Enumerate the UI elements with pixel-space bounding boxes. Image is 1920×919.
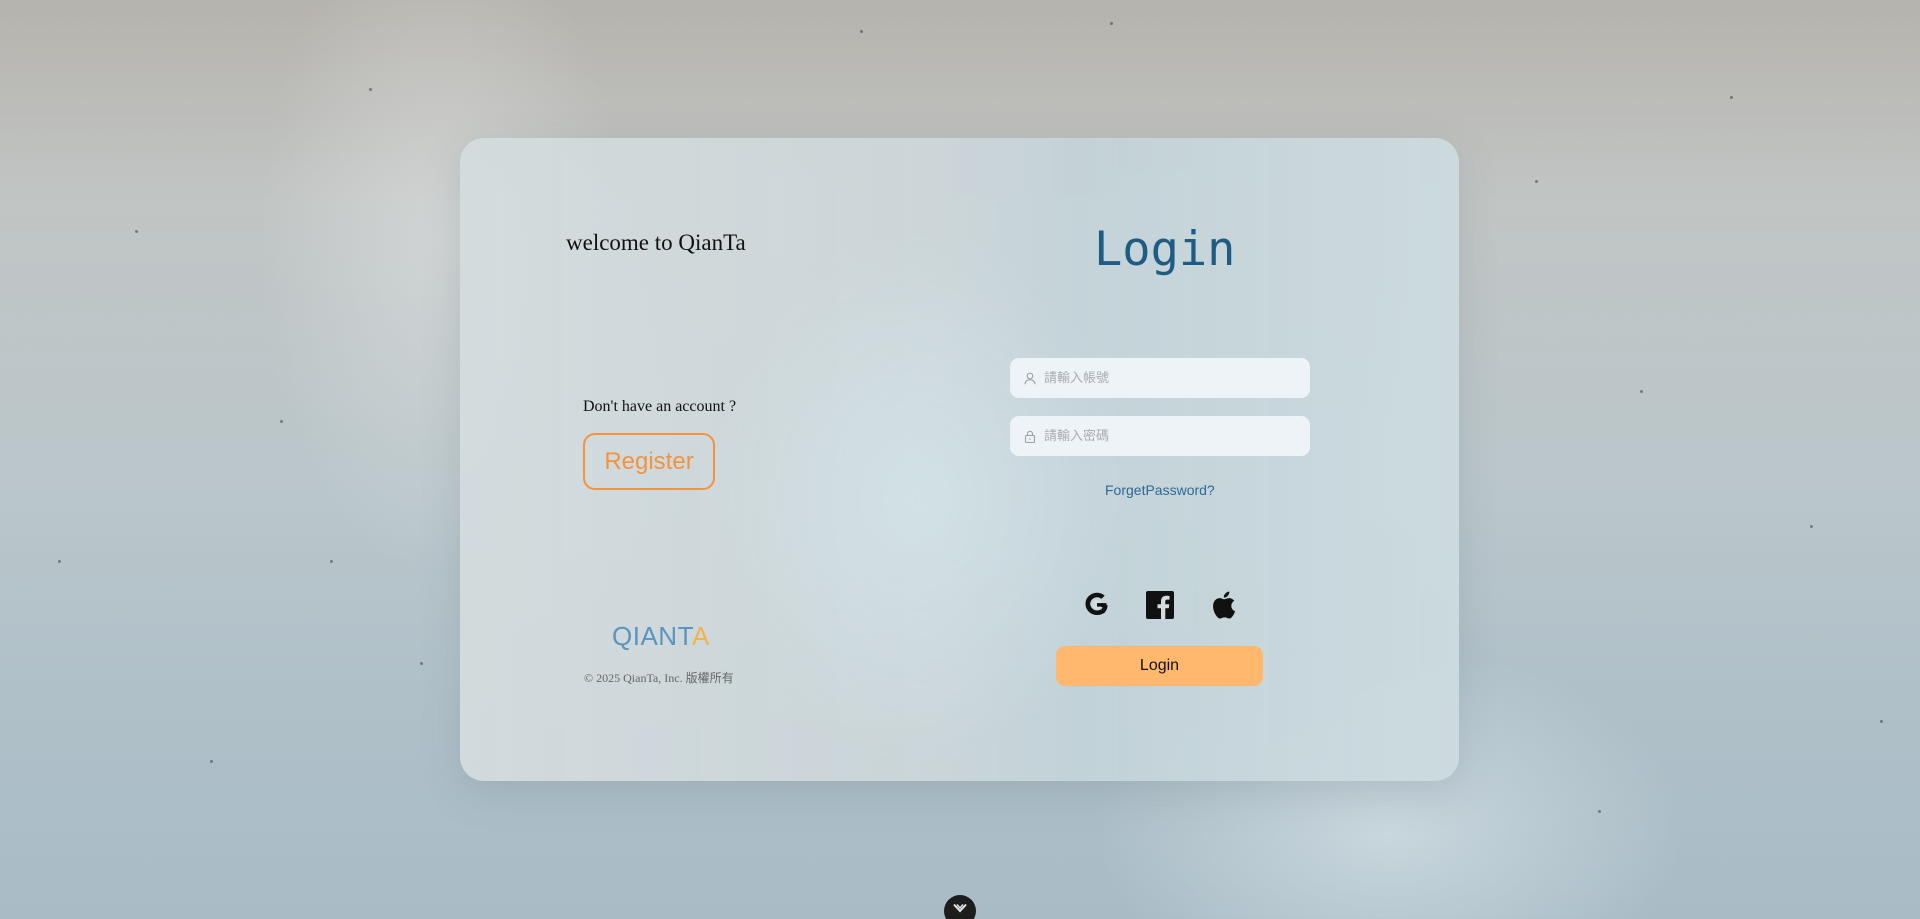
apple-icon[interactable] [1208, 590, 1238, 620]
login-button[interactable]: Login [1056, 646, 1263, 686]
password-input[interactable] [1044, 428, 1294, 444]
no-account-text: Don't have an account ? [583, 398, 737, 415]
copyright-text: © 2025 QianTa, Inc. 版權所有 [584, 671, 734, 685]
google-icon[interactable] [1082, 590, 1112, 620]
user-icon [1023, 371, 1037, 385]
password-field[interactable] [1010, 416, 1310, 456]
login-card: welcome to QianTa Don't have an account … [460, 138, 1459, 781]
welcome-heading: welcome to QianTa [566, 230, 746, 255]
chevron-down-icon[interactable] [944, 895, 976, 919]
account-input[interactable] [1044, 370, 1294, 386]
brand-logo: QIANTA [612, 621, 710, 652]
brand-logo-accent: A [692, 621, 710, 651]
login-title: Login [1094, 222, 1236, 277]
lock-icon [1023, 429, 1037, 443]
facebook-icon[interactable] [1145, 590, 1175, 620]
forgot-password-link[interactable]: ForgetPassword? [1105, 482, 1215, 498]
brand-logo-main: QIANT [612, 621, 693, 651]
account-field[interactable] [1010, 358, 1310, 398]
register-button[interactable]: Register [583, 433, 715, 490]
